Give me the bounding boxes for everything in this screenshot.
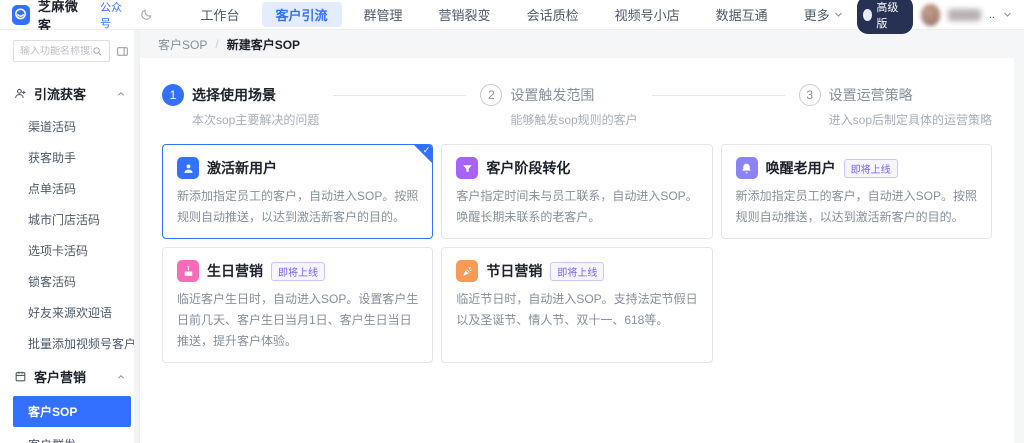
step-subtitle: 进入sop后制定具体的运营策略 bbox=[829, 111, 992, 128]
nav-item-workbench[interactable]: 工作台 bbox=[187, 2, 254, 27]
sidebar-scrollbar[interactable] bbox=[134, 30, 139, 443]
search-icon bbox=[92, 46, 103, 57]
breadcrumb: 客户SOP / 新建客户SOP bbox=[140, 30, 1024, 58]
chevron-up-icon bbox=[117, 90, 125, 98]
step-title: 设置触发范围 bbox=[510, 84, 637, 106]
breadcrumb-parent[interactable]: 客户SOP bbox=[158, 36, 207, 53]
search-input[interactable] bbox=[20, 46, 92, 57]
sidebar-item-lock-customer-qr[interactable]: 锁客活码 bbox=[0, 266, 139, 297]
step-connector bbox=[333, 95, 466, 96]
dark-mode-moon-icon[interactable] bbox=[140, 8, 153, 21]
nav-item-more[interactable]: 更多 bbox=[790, 2, 857, 27]
user-plus-icon bbox=[14, 87, 27, 100]
topbar-right: 高级版 .. bbox=[857, 0, 1012, 34]
stepper: 1 选择使用场景 本次sop主要解决的问题 2 设置触发范围 能够触发sop规则… bbox=[162, 84, 992, 128]
nav-item-data-interchange[interactable]: 数据互通 bbox=[702, 2, 782, 27]
sidebar-item-batch-add-channels-customer[interactable]: 批量添加视频号客户 bbox=[0, 328, 139, 359]
step-title: 选择使用场景 bbox=[192, 84, 319, 106]
coming-soon-badge: 即将上线 bbox=[844, 159, 898, 178]
breadcrumb-current: 新建客户SOP bbox=[227, 36, 300, 53]
chevron-down-icon bbox=[834, 10, 843, 19]
activate-user-icon bbox=[177, 157, 199, 179]
check-icon: ✓ bbox=[423, 145, 431, 156]
sidebar: 引流获客 渠道活码 获客助手 点单活码 城市门店活码 选项卡活码 锁客活码 好友… bbox=[0, 30, 140, 443]
brand-logo-icon bbox=[12, 5, 30, 25]
scenario-card-stage-conversion[interactable]: 客户阶段转化 客户指定时间未与员工联系，自动进入SOP。唤醒长期未联系的老客户。 bbox=[441, 144, 712, 239]
step-3: 3 设置运营策略 进入sop后制定具体的运营策略 bbox=[799, 84, 992, 128]
user-name-blurred bbox=[948, 9, 981, 21]
scenario-card-grid: 激活新用户 新添加指定员工的客户，自动进入SOP。按照规则自动推送，以达到激活新… bbox=[162, 144, 992, 363]
sidebar-item-customer-sop[interactable]: 客户SOP bbox=[13, 396, 131, 427]
scenario-card-birthday-marketing[interactable]: 生日营销 即将上线 临近客户生日时，自动进入SOP。设置客户生日前几天、客户生日… bbox=[162, 247, 433, 363]
step-2: 2 设置触发范围 能够触发sop规则的客户 bbox=[480, 84, 637, 128]
function-search[interactable] bbox=[13, 40, 110, 62]
sidebar-item-tab-qr[interactable]: 选项卡活码 bbox=[0, 235, 139, 266]
bell-icon bbox=[736, 157, 758, 179]
step-subtitle: 本次sop主要解决的问题 bbox=[192, 111, 319, 128]
sidebar-section-acquisition[interactable]: 引流获客 bbox=[0, 76, 139, 111]
content-panel: 1 选择使用场景 本次sop主要解决的问题 2 设置触发范围 能够触发sop规则… bbox=[140, 58, 1014, 443]
sidebar-item-city-store-qr[interactable]: 城市门店活码 bbox=[0, 204, 139, 235]
cake-icon bbox=[177, 260, 199, 282]
party-popper-icon bbox=[456, 260, 478, 282]
sidebar-item-customer-mass-send[interactable]: 客户群发 bbox=[0, 429, 139, 443]
nav-item-channels-shop[interactable]: 视频号小店 bbox=[601, 2, 694, 27]
sidebar-item-channel-qr[interactable]: 渠道活码 bbox=[0, 111, 139, 142]
nav-item-customer-acquisition[interactable]: 客户引流 bbox=[262, 2, 342, 27]
plan-badge[interactable]: 高级版 bbox=[857, 0, 914, 34]
scenario-card-wake-old-user[interactable]: 唤醒老用户 即将上线 新添加指定员工的客户，自动进入SOP。按照规则自动推送，以… bbox=[721, 144, 992, 239]
coming-soon-badge: 即将上线 bbox=[271, 262, 325, 281]
brand-name: 芝麻微客 bbox=[38, 0, 86, 34]
collapse-panel-icon[interactable] bbox=[116, 45, 129, 58]
coming-soon-badge: 即将上线 bbox=[550, 262, 604, 281]
sidebar-section-marketing[interactable]: 客户营销 bbox=[0, 359, 139, 394]
scenario-card-activate-new-user[interactable]: 激活新用户 新添加指定员工的客户，自动进入SOP。按照规则自动推送，以达到激活新… bbox=[162, 144, 433, 239]
main-nav: 工作台 客户引流 群管理 营销裂变 会话质检 视频号小店 数据互通 更多 bbox=[187, 2, 857, 27]
calendar-icon bbox=[14, 370, 27, 383]
crown-icon bbox=[863, 9, 873, 21]
step-subtitle: 能够触发sop规则的客户 bbox=[510, 111, 637, 128]
sidebar-item-friend-source-welcome[interactable]: 好友来源欢迎语 bbox=[0, 297, 139, 328]
step-title: 设置运营策略 bbox=[829, 84, 992, 106]
sidebar-item-acquisition-assistant[interactable]: 获客助手 bbox=[0, 142, 139, 173]
main-area: 客户SOP / 新建客户SOP 1 选择使用场景 本次sop主要解决的问题 bbox=[140, 30, 1024, 443]
public-account-link[interactable]: 公众号 bbox=[100, 0, 129, 31]
step-1: 1 选择使用场景 本次sop主要解决的问题 bbox=[162, 84, 319, 128]
avatar[interactable] bbox=[921, 4, 939, 26]
nav-item-marketing-fission[interactable]: 营销裂变 bbox=[425, 2, 505, 27]
user-menu-chevron-down-icon[interactable] bbox=[1003, 10, 1012, 19]
stage-conversion-icon bbox=[456, 157, 478, 179]
chevron-up-icon bbox=[117, 373, 125, 381]
app-window: 芝麻微客 公众号 工作台 客户引流 群管理 营销裂变 会话质检 视频号小店 数据… bbox=[0, 0, 1024, 443]
top-navbar: 芝麻微客 公众号 工作台 客户引流 群管理 营销裂变 会话质检 视频号小店 数据… bbox=[0, 0, 1024, 30]
step-connector bbox=[652, 95, 785, 96]
nav-item-chat-inspection[interactable]: 会话质检 bbox=[513, 2, 593, 27]
user-name-suffix: .. bbox=[989, 9, 995, 21]
scenario-card-festival-marketing[interactable]: 节日营销 即将上线 临近节日时，自动进入SOP。支持法定节假日以及圣诞节、情人节… bbox=[441, 247, 712, 363]
nav-item-group-management[interactable]: 群管理 bbox=[350, 2, 417, 27]
sidebar-item-order-qr[interactable]: 点单活码 bbox=[0, 173, 139, 204]
